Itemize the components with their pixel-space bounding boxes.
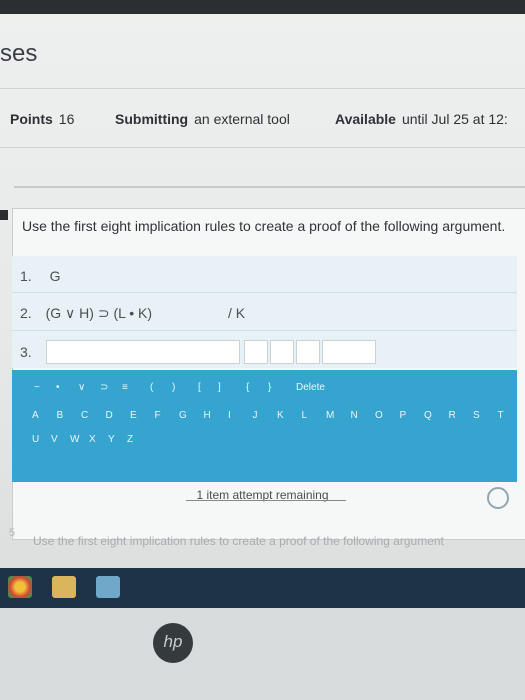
available-info: Available until Jul 25 at 12: (335, 111, 508, 127)
key-triple-bar[interactable]: ≡ (122, 382, 128, 393)
file-explorer-icon[interactable] (52, 576, 76, 598)
store-icon[interactable] (96, 576, 120, 598)
key-letter-i[interactable]: I (228, 410, 231, 421)
laptop-bezel (0, 608, 525, 700)
key-letter-s[interactable]: S (473, 410, 480, 421)
proof-line-divider (12, 330, 517, 331)
question-prompt: Use the first eight implication rules to… (22, 218, 506, 234)
key-close-bracket[interactable]: ] (218, 382, 221, 393)
key-letter-k[interactable]: K (277, 410, 284, 421)
proof-line-number: 2. (20, 305, 32, 321)
key-letter-l[interactable]: L (302, 410, 308, 421)
key-letter-b[interactable]: B (57, 410, 64, 421)
proof-line-number: 3. (20, 344, 32, 360)
submit-status-indicator[interactable] (487, 487, 509, 509)
next-question-number: 5 (9, 527, 16, 539)
key-letter-r[interactable]: R (449, 410, 456, 421)
key-letter-n[interactable]: N (351, 410, 358, 421)
key-letter-e[interactable]: E (130, 410, 137, 421)
key-letter-h[interactable]: H (204, 410, 211, 421)
key-letter-y[interactable]: Y (108, 434, 115, 445)
key-delete[interactable]: Delete (296, 382, 325, 393)
attempts-underline (186, 500, 346, 501)
symbol-keyboard: ~ • ∨ ⊃ ≡ ( ) [ ] { } Delete A B C D E F G H I J K… (12, 370, 517, 482)
key-letter-w[interactable]: W (70, 434, 79, 445)
question-marker (0, 210, 8, 220)
key-open-brace[interactable]: { (246, 382, 249, 393)
justification-rule-select[interactable] (322, 340, 376, 364)
submitting-value: an external tool (194, 111, 290, 127)
key-open-bracket[interactable]: [ (198, 382, 201, 393)
submitting-info: Submitting an external tool (115, 111, 290, 127)
justification-line-input-3[interactable] (296, 340, 320, 364)
key-letter-a[interactable]: A (32, 410, 39, 421)
key-letter-u[interactable]: U (32, 434, 39, 445)
key-horseshoe[interactable]: ⊃ (100, 382, 108, 393)
key-letter-t[interactable]: T (498, 410, 504, 421)
available-label: Available (335, 111, 396, 127)
proof-line-2: 2. (G ∨ H) ⊃ (L • K) (20, 305, 152, 322)
key-letter-m[interactable]: M (326, 410, 334, 421)
key-letter-z[interactable]: Z (127, 434, 133, 445)
next-question-prompt: Use the first eight implication rules to… (33, 534, 444, 548)
key-letter-p[interactable]: P (400, 410, 407, 421)
justification-line-input-1[interactable] (244, 340, 268, 364)
proof-line-number: 1. (20, 268, 32, 284)
top-nav-bar (0, 0, 525, 14)
key-letter-f[interactable]: F (155, 410, 161, 421)
key-letter-j[interactable]: J (253, 410, 258, 421)
os-taskbar (0, 568, 525, 608)
key-close-brace[interactable]: } (268, 382, 271, 393)
points-label: Points (10, 111, 53, 127)
key-letter-v[interactable]: V (51, 434, 58, 445)
key-wedge[interactable]: ∨ (78, 382, 85, 393)
proof-conclusion: / K (228, 305, 246, 321)
proof-line-1: 1. G (20, 268, 60, 284)
submitting-label: Submitting (115, 111, 189, 127)
key-letter-d[interactable]: D (106, 410, 113, 421)
key-dot[interactable]: • (56, 382, 60, 393)
available-value: until Jul 25 at 12: (401, 111, 508, 127)
hp-logo: hp (153, 623, 193, 663)
key-close-paren[interactable]: ) (172, 382, 175, 393)
proof-line-formula: G (49, 268, 61, 284)
proof-line-divider (12, 292, 517, 293)
page-section-title: ses (0, 40, 38, 67)
points-value: 16 (58, 111, 75, 127)
assignment-meta-bar: Points 16 Submitting an external tool Avai… (0, 88, 525, 148)
key-open-paren[interactable]: ( (150, 382, 153, 393)
chrome-icon[interactable] (8, 576, 32, 598)
proof-line-3-formula-input[interactable] (46, 340, 240, 364)
points-info: Points 16 (10, 111, 74, 127)
justification-line-input-2[interactable] (270, 340, 294, 364)
proof-line-3: 3. (20, 344, 32, 360)
key-letter-c[interactable]: C (81, 410, 88, 421)
section-divider (14, 186, 525, 188)
key-letter-g[interactable]: G (179, 410, 187, 421)
proof-line-formula: (G ∨ H) ⊃ (L • K) (45, 305, 153, 321)
key-letter-o[interactable]: O (375, 410, 383, 421)
browser-screen: ses Points 16 Submitting an external tool … (0, 0, 525, 572)
key-tilde[interactable]: ~ (34, 382, 40, 393)
key-letter-x[interactable]: X (89, 434, 96, 445)
key-letter-q[interactable]: Q (424, 410, 432, 421)
